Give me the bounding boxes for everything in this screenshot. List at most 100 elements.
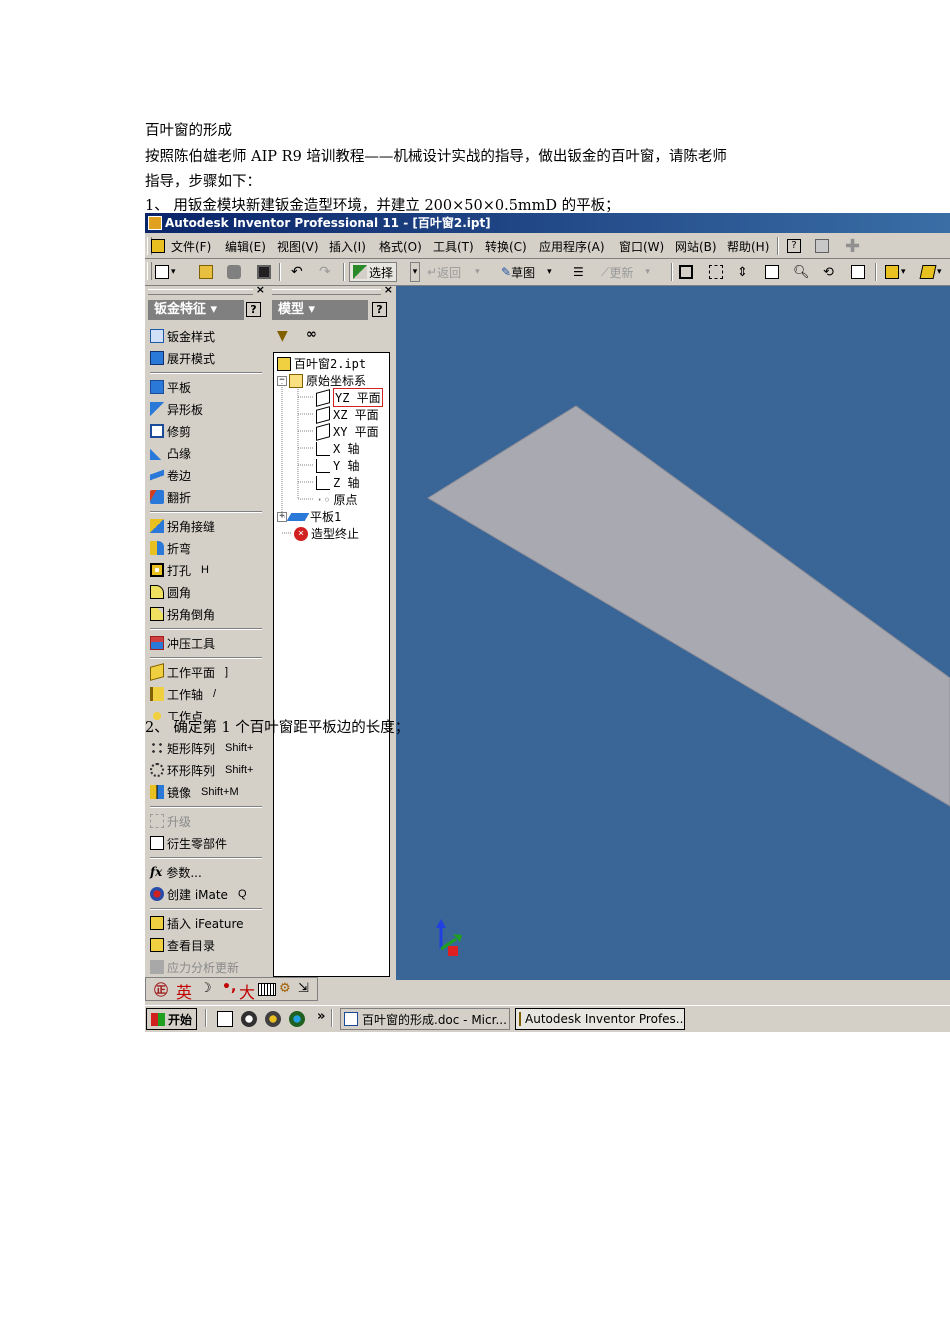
feature-contour-flange[interactable]: 异形板 (150, 399, 203, 419)
menu-applications[interactable]: 应用程序(A) (539, 238, 605, 255)
panel-close-icon[interactable]: × (256, 283, 265, 296)
new-button[interactable]: ▾ (155, 262, 176, 282)
feature-circular-pattern[interactable]: 环形阵列 Shift+ (150, 760, 253, 780)
task-inventor[interactable]: Autodesk Inventor Profes... (515, 1008, 685, 1030)
collapse-icon[interactable]: − (277, 375, 287, 386)
more-chevron-icon[interactable]: » (317, 1009, 325, 1024)
feature-cut[interactable]: 修剪 (150, 421, 191, 441)
expand-icon[interactable]: + (277, 511, 287, 522)
panel-help-button[interactable]: ? (246, 302, 261, 317)
feature-rectangular-pattern[interactable]: 矩形阵列 Shift+ (150, 738, 253, 758)
menu-window[interactable]: 窗口(W) (619, 238, 664, 255)
punctuation-icon[interactable]: •, (222, 979, 236, 995)
feature-fold[interactable]: 翻折 (150, 487, 191, 507)
browser-header[interactable]: 模型 ▾ (272, 300, 368, 320)
menu-website[interactable]: 网站(B) (675, 238, 717, 255)
ime-icon[interactable]: ㊣ (154, 980, 168, 1000)
tools-icon[interactable]: ⚙ (279, 981, 291, 996)
task-word-document[interactable]: 百叶窗的形成.doc - Micr... (340, 1008, 510, 1030)
tree-x-axis[interactable]: X 轴 (316, 440, 359, 457)
feature-insert-ifeature[interactable]: 插入 iFeature (150, 913, 244, 933)
feature-promote[interactable]: 升级 (150, 811, 191, 831)
tree-yz-plane[interactable]: YZ 平面 (316, 388, 383, 407)
tree-xy-plane[interactable]: XY 平面 (316, 422, 379, 441)
menu-tools[interactable]: 工具(T) (433, 238, 474, 255)
pan-button[interactable] (765, 262, 779, 282)
look-at-button[interactable] (851, 262, 865, 282)
find-binoculars-icon[interactable]: ∞ (306, 327, 317, 342)
menu-help[interactable]: 帮助(H) (727, 238, 769, 255)
menu-convert[interactable]: 转换(C) (485, 238, 527, 255)
browser-titlebar[interactable]: × (269, 283, 395, 296)
browser-icon[interactable] (241, 1011, 257, 1027)
start-button[interactable]: 开始 (146, 1008, 198, 1030)
panel-bar-header[interactable]: 钣金特征 ▾ (148, 300, 244, 320)
menu-file[interactable]: 文件(F) (171, 238, 211, 255)
tree-root[interactable]: 百叶窗2.ipt (277, 355, 366, 372)
options-icon[interactable]: ⇲ (298, 981, 309, 996)
open-button[interactable] (199, 262, 213, 282)
messenger-icon[interactable] (289, 1011, 305, 1027)
half-moon-icon[interactable]: ☽ (200, 981, 212, 996)
zoom-all-button[interactable] (679, 262, 693, 282)
feature-mirror[interactable]: 镜像 Shift+M (150, 782, 239, 802)
select-button[interactable]: 选择 (349, 262, 398, 282)
feature-sheet-metal-style[interactable]: 钣金样式 (150, 326, 215, 346)
panel-bar-titlebar[interactable]: × (145, 283, 267, 296)
plus-icon[interactable]: ✚ (845, 236, 860, 257)
menu-view[interactable]: 视图(V) (277, 238, 319, 255)
list-button[interactable]: ☰ (573, 262, 584, 282)
lang-indicator[interactable]: 英 (176, 979, 192, 1003)
sketch-button[interactable]: ✎ 草图 ▾ (501, 262, 552, 282)
select-dropdown[interactable]: ▾ (410, 262, 420, 282)
project-button[interactable] (227, 262, 241, 282)
return-button[interactable]: ↵ 返回 ▾ (427, 262, 480, 282)
save-button[interactable] (257, 262, 271, 282)
feature-bend[interactable]: 折弯 (150, 538, 191, 558)
tree-xz-plane[interactable]: XZ 平面 (316, 405, 379, 424)
size-indicator[interactable]: 大 (239, 979, 255, 1003)
browser-help-button[interactable]: ? (372, 302, 387, 317)
zoom-selected-button[interactable]: 🔍︎ (793, 262, 810, 282)
menu-insert[interactable]: 插入(I) (329, 238, 366, 255)
media-player-icon[interactable] (265, 1011, 281, 1027)
redo-button[interactable]: ↷ (319, 262, 331, 282)
show-desktop-icon[interactable] (217, 1011, 233, 1027)
keyboard-icon[interactable] (258, 983, 276, 996)
toolbar-grip[interactable] (147, 262, 152, 280)
feature-corner-seam[interactable]: 拐角接缝 (150, 516, 215, 536)
filter-icon[interactable]: ▼ (277, 328, 288, 344)
feature-hole[interactable]: 打孔 H (150, 560, 209, 580)
window-icon[interactable] (151, 239, 165, 253)
zoom-button[interactable]: ⇕ (737, 262, 748, 282)
tree-end-of-part[interactable]: × 造型终止 (294, 525, 359, 542)
menu-format[interactable]: 格式(O) (379, 238, 422, 255)
feature-create-imate[interactable]: 创建 iMate Q (150, 884, 247, 904)
feature-fillet[interactable]: 圆角 (150, 582, 191, 602)
feature-parameters[interactable]: fx 参数... (150, 862, 202, 882)
help-icon[interactable]: ? (787, 239, 801, 253)
feature-hem[interactable]: 卷边 (150, 465, 191, 485)
feature-flat-pattern[interactable]: 展开模式 (150, 348, 215, 368)
rotate-button[interactable]: ⟲ (823, 262, 834, 282)
tree-y-axis[interactable]: Y 轴 (316, 457, 359, 474)
browser-close-icon[interactable]: × (384, 283, 393, 296)
tree-origin[interactable]: − 原始坐标系 (277, 372, 366, 389)
update-button[interactable]: ⟋ 更新 ▾ (601, 262, 650, 282)
display-mode-button[interactable]: ▾ (885, 262, 906, 282)
feature-flange[interactable]: 凸缘 (150, 443, 191, 463)
feature-view-catalog[interactable]: 查看目录 (150, 935, 215, 955)
tree-face1[interactable]: + 平板1 (277, 508, 341, 525)
camera-mode-button[interactable]: ▾ (919, 262, 942, 282)
zoom-window-button[interactable] (709, 262, 723, 282)
undo-button[interactable]: ↶ (291, 262, 303, 282)
tree-z-axis[interactable]: Z 轴 (316, 474, 359, 491)
feature-punch-tool[interactable]: 冲压工具 (150, 633, 215, 653)
feature-stress-analysis-update[interactable]: 应力分析更新 (150, 957, 239, 977)
feature-derived-component[interactable]: 衍生零部件 (150, 833, 227, 853)
whats-this-icon[interactable] (815, 239, 829, 253)
menu-edit[interactable]: 编辑(E) (225, 238, 266, 255)
tree-center-point[interactable]: ·◦ 原点 (316, 491, 357, 508)
graphics-window[interactable] (396, 286, 950, 980)
feature-corner-chamfer[interactable]: 拐角倒角 (150, 604, 215, 624)
